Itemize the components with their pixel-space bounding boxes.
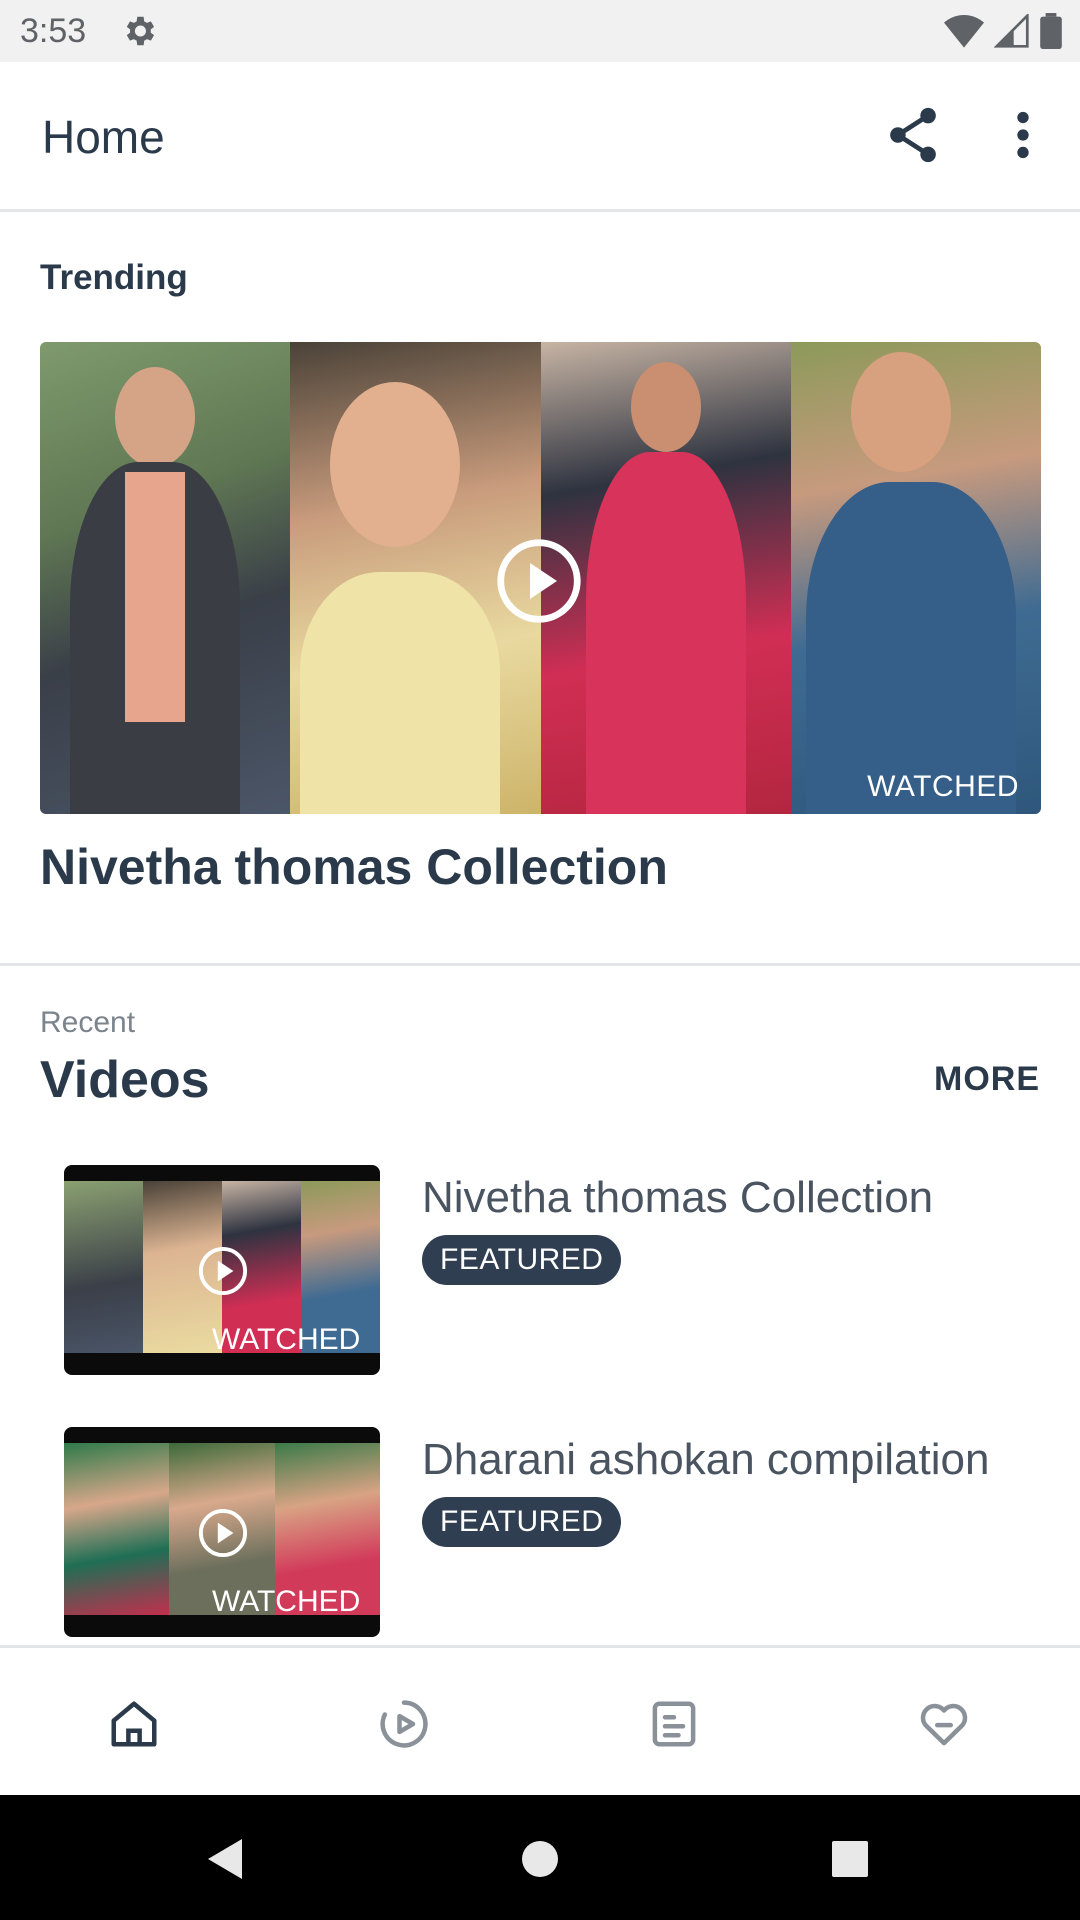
system-navigation-bar [0,1795,1080,1920]
battery-icon [1040,13,1062,49]
home-icon [111,1701,157,1747]
home-circle-icon[interactable] [516,1835,564,1883]
more-button[interactable]: MORE [934,1060,1040,1099]
more-vert-icon [1017,111,1029,159]
bottom-navigation [0,1645,1080,1795]
recents-icon[interactable] [826,1835,874,1883]
section-heading-videos: Videos [40,1051,210,1109]
section-divider [0,963,1080,966]
trending-video-title[interactable]: Nivetha thomas Collection [40,838,668,896]
status-bar: 3:53 [0,0,1080,62]
section-label-trending: Trending [40,258,188,297]
video-title: Dharani ashokan compilation [422,1435,990,1484]
watched-label: WATCHED [212,1323,361,1356]
nav-articles[interactable] [644,1694,704,1754]
play-icon[interactable] [494,536,584,626]
thumbnail-image [40,342,291,814]
app-bar: Home [0,62,1080,212]
status-time: 3:53 [20,12,87,50]
article-icon [652,1701,696,1747]
nav-videos[interactable] [374,1694,434,1754]
video-list-item[interactable]: WATCHED Nivetha thomas Collection FEATUR… [64,1165,1054,1375]
wifi-icon [944,15,984,48]
signal-icon [994,14,1029,48]
video-title: Nivetha thomas Collection [422,1173,934,1222]
video-list-item[interactable]: WATCHED Dharani ashokan compilation FEAT… [64,1427,1054,1637]
trending-video-card[interactable]: WATCHED [40,342,1041,814]
watched-label: WATCHED [212,1585,361,1618]
video-thumbnail: WATCHED [64,1165,380,1375]
heart-icon [920,1703,968,1746]
page-title: Home [42,111,165,163]
play-circle-icon [380,1700,428,1748]
gear-icon [126,16,155,46]
video-thumbnail: WATCHED [64,1427,380,1637]
watched-label: WATCHED [867,770,1019,803]
more-options-button[interactable] [990,102,1056,168]
featured-badge: FEATURED [422,1235,622,1285]
share-icon [890,107,936,163]
share-button[interactable] [880,102,946,168]
featured-badge: FEATURED [422,1497,622,1547]
play-icon [198,1246,248,1296]
back-icon[interactable] [202,1835,250,1883]
play-icon [198,1508,248,1558]
thumbnail-image [790,342,1041,814]
nav-home[interactable] [104,1694,164,1754]
section-label-recent: Recent [40,1006,136,1039]
nav-favorites[interactable] [914,1694,974,1754]
